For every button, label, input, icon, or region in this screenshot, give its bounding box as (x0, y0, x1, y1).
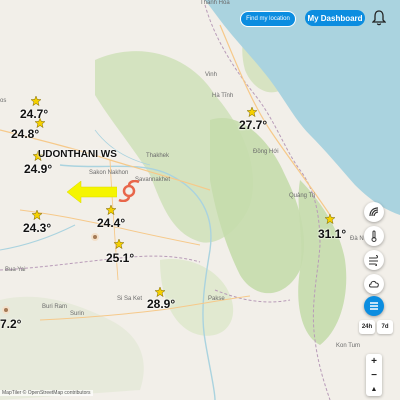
temperature-label: 24.7° (20, 107, 49, 121)
station-star-icon[interactable] (31, 96, 41, 106)
place-label: Đồng Hới (253, 149, 279, 155)
temperature-label: 24.8° (11, 127, 40, 141)
place-label: Sakon Nakhon (89, 170, 129, 176)
city-dot-marker[interactable] (91, 233, 99, 241)
place-label: os (0, 98, 7, 104)
zoom-in-button[interactable]: + (366, 354, 382, 368)
city-dot-marker[interactable] (2, 306, 10, 314)
station-star-icon[interactable] (155, 287, 165, 297)
station-star-icon[interactable] (247, 107, 257, 117)
place-label: Bua Yai (5, 267, 26, 273)
range-7d-button[interactable]: 7d (377, 320, 393, 334)
place-label: Thanh Hóa (200, 0, 230, 6)
temperature-layer-icon (371, 230, 377, 242)
zoom-out-button[interactable]: − (366, 368, 382, 382)
cyclone-layer-button[interactable] (364, 202, 384, 222)
temperature-label: 27.7° (239, 118, 268, 132)
station-name-label: UDONTHANI WS (38, 149, 117, 160)
temperature-label: 24.4° (97, 216, 126, 230)
place-label: Pakse (208, 296, 225, 302)
temperature-label: 7.2° (0, 317, 22, 331)
bell-icon[interactable] (372, 10, 386, 26)
place-label: Thakhek (146, 153, 170, 159)
place-label: Buri Ram (42, 304, 68, 310)
station-star-icon[interactable] (114, 239, 124, 249)
wind-layer-icon (369, 255, 378, 266)
list-layer-icon (370, 302, 378, 310)
temperature-layer-button[interactable] (364, 226, 384, 246)
temperature-label: 25.1° (106, 251, 135, 265)
temperature-label: 24.9° (24, 162, 53, 176)
compass-button[interactable]: ▲ (366, 382, 382, 396)
place-label: Vinh (205, 72, 217, 78)
cloud-layer-icon (369, 280, 379, 288)
list-layer-button[interactable] (364, 296, 384, 316)
temperature-label: 28.9° (147, 297, 176, 311)
highlight-arrow-icon (67, 181, 117, 203)
station-star-icon[interactable] (32, 210, 42, 220)
temperature-label: 24.3° (23, 221, 52, 235)
station-star-icon[interactable] (106, 205, 116, 215)
range-24h-button[interactable]: 24h (359, 320, 375, 334)
temperature-label: 31.1° (318, 227, 347, 241)
cyclone-layer-icon (369, 207, 379, 217)
map-background[interactable] (0, 0, 400, 400)
my-dashboard-button[interactable]: My Dashboard (305, 10, 365, 26)
station-star-icon[interactable] (325, 214, 335, 224)
place-label: Si Sa Ket (117, 296, 143, 302)
place-label: Surin (70, 311, 85, 317)
zoom-control: + − ▲ (366, 354, 382, 396)
wind-layer-button[interactable] (364, 250, 384, 270)
place-label: Hà Tĩnh (212, 93, 234, 99)
cyclone-icon[interactable] (117, 180, 141, 202)
map-attribution[interactable]: MapTiler © OpenStreetMap contributors (0, 390, 93, 396)
place-label: Kon Tum (336, 343, 361, 349)
place-label: Đà N (350, 236, 364, 242)
place-label: Quảng Trị (289, 193, 316, 199)
find-my-location-button[interactable]: Find my location (240, 11, 296, 27)
cloud-layer-button[interactable] (364, 274, 384, 294)
